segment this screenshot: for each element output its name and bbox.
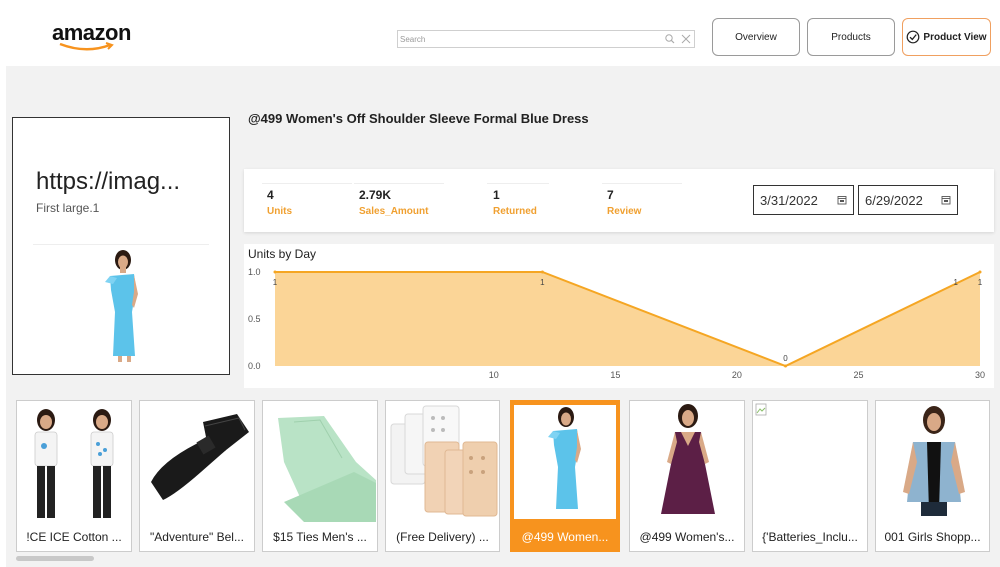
thumbnail-label: !CE ICE Cotton ...	[26, 530, 122, 544]
product-photo	[105, 250, 138, 362]
kpi-value: 7	[607, 188, 614, 202]
purple-dress-image	[661, 404, 715, 514]
kpi-value: 2.79K	[359, 188, 392, 202]
thumbnail-card[interactable]: (Free Delivery) ...	[385, 400, 500, 552]
kpi-label: Review	[607, 206, 642, 217]
product-view-button-label: Product View	[923, 31, 987, 43]
y-tick-label: 0.0	[248, 361, 261, 371]
chart-plot: 1.00.50.010 15 20 25 301 101 1	[248, 267, 985, 380]
data-point	[273, 270, 277, 274]
kpi-value: 4	[267, 188, 274, 202]
kpi-bar: 4 Units 2.79K Sales_Amount 1 Returned 7 …	[244, 169, 994, 232]
divider	[33, 244, 209, 245]
data-label: 1	[540, 278, 545, 287]
area-fill	[275, 272, 980, 366]
amazon-logo: amazon	[52, 20, 132, 54]
overview-button[interactable]: Overview	[712, 18, 800, 56]
product-image-card: https://imag... First large.1	[12, 117, 230, 375]
bra-extender-image	[390, 405, 498, 517]
start-date-input[interactable]: 3/31/2022	[753, 185, 854, 215]
thumbnail-label: (Free Delivery) ...	[396, 530, 489, 544]
kpi-label: Units	[267, 206, 292, 217]
product-view-button[interactable]: Product View	[902, 18, 991, 56]
end-date-input[interactable]: 6/29/2022	[858, 185, 958, 215]
calendar-icon[interactable]	[941, 195, 951, 205]
green-tie-image	[278, 416, 376, 522]
black-belt-image	[151, 414, 249, 500]
x-tick-label: 10	[489, 370, 499, 380]
thumbnail-card[interactable]: $15 Ties Men's ...	[262, 400, 378, 552]
search-box[interactable]	[397, 30, 695, 48]
data-label: 1	[978, 278, 983, 287]
kpi-returned: 1 Returned	[493, 182, 573, 222]
image-card-subtitle: First large.1	[36, 201, 100, 215]
thumbnail-card[interactable]: {'Batteries_Inclu...	[752, 400, 868, 552]
thumbnail-label: {'Batteries_Inclu...	[762, 530, 858, 544]
units-by-day-chart: Units by Day 1.0 0.5 0.0 10 15 20 25 30 1 1 0 1 1	[244, 244, 994, 388]
calendar-icon[interactable]	[837, 195, 847, 205]
data-point	[978, 270, 982, 274]
y-tick-label: 1.0	[248, 267, 261, 277]
horizontal-scrollbar[interactable]	[16, 556, 94, 561]
kpi-review: 7 Review	[607, 182, 687, 222]
end-date-value: 6/29/2022	[865, 192, 923, 208]
product-title: @499 Women's Off Shoulder Sleeve Formal …	[248, 111, 589, 126]
thumbnail-label: @499 Women's...	[639, 530, 735, 544]
y-tick-label: 0.5	[248, 314, 261, 324]
image-url-text: https://imag...	[36, 168, 181, 195]
kpi-units: 4 Units	[267, 182, 347, 222]
data-label: 1	[273, 278, 278, 287]
products-button[interactable]: Products	[807, 18, 895, 56]
kpi-label: Sales_Amount	[359, 206, 429, 217]
data-point	[784, 364, 788, 368]
thumbnail-label: @499 Women...	[521, 530, 609, 544]
products-button-label: Products	[831, 31, 871, 43]
x-tick-label: 15	[610, 370, 620, 380]
thumbnail-card[interactable]: @499 Women's...	[629, 400, 745, 552]
thumbnail-label: "Adventure" Bel...	[150, 530, 244, 544]
start-date-value: 3/31/2022	[760, 192, 818, 208]
thumbnail-card[interactable]: 001 Girls Shopp...	[875, 400, 990, 552]
top-header: amazon Overview Products Product View	[0, 0, 1000, 66]
x-tick-label: 30	[975, 370, 985, 380]
smile-arrow-icon	[59, 42, 114, 51]
data-label: 1	[953, 278, 958, 287]
search-icon[interactable]	[664, 33, 676, 45]
denim-jacket-image	[903, 406, 965, 516]
broken-image-icon	[755, 403, 767, 416]
search-input[interactable]	[400, 32, 655, 46]
close-icon[interactable]	[680, 33, 692, 45]
overview-button-label: Overview	[735, 31, 777, 43]
thumbnail-card-selected[interactable]: @499 Women...	[510, 400, 620, 552]
x-tick-label: 20	[732, 370, 742, 380]
data-point	[540, 270, 544, 274]
kids-clothing-image	[34, 409, 114, 518]
blue-dress-image	[548, 407, 581, 509]
kpi-value: 1	[493, 188, 500, 202]
kpi-label: Returned	[493, 206, 537, 217]
thumbnail-card[interactable]: "Adventure" Bel...	[139, 400, 255, 552]
kpi-sales-amount: 2.79K Sales_Amount	[359, 182, 469, 222]
data-label: 0	[783, 354, 788, 363]
check-circle-icon	[907, 30, 920, 44]
thumbnail-card[interactable]: !CE ICE Cotton ...	[16, 400, 132, 552]
thumbnail-label: $15 Ties Men's ...	[273, 530, 367, 544]
x-tick-label: 25	[853, 370, 863, 380]
thumbnail-label: 001 Girls Shopp...	[884, 530, 981, 544]
